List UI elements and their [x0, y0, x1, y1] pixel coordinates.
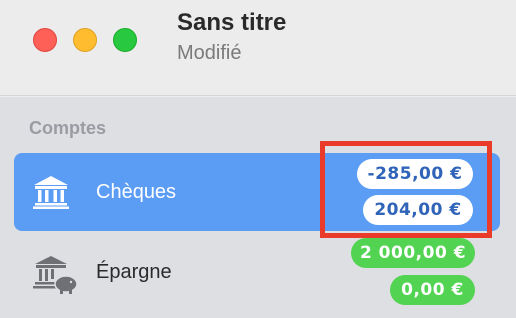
highlight-box: [320, 141, 492, 238]
document-title: Sans titre: [177, 9, 287, 36]
document-status: Modifié: [177, 42, 242, 64]
close-window-button[interactable]: [33, 28, 57, 52]
sidebar-item-epargne[interactable]: Épargne 2 000,00 € 0,00 €: [14, 237, 500, 315]
savings-bank-icon: [33, 256, 78, 294]
sidebar-item-label: Épargne: [96, 261, 172, 283]
zoom-window-button[interactable]: [113, 28, 137, 52]
sidebar-item-label: Chèques: [96, 181, 177, 203]
bank-icon: [33, 176, 69, 209]
title-bar: Sans titre Modifié: [0, 0, 516, 96]
minimize-window-button[interactable]: [73, 28, 97, 52]
accounts-section-header: Comptes: [29, 118, 107, 138]
balance-badge: 2 000,00 €: [351, 238, 475, 268]
balance-badge: 0,00 €: [390, 275, 475, 305]
